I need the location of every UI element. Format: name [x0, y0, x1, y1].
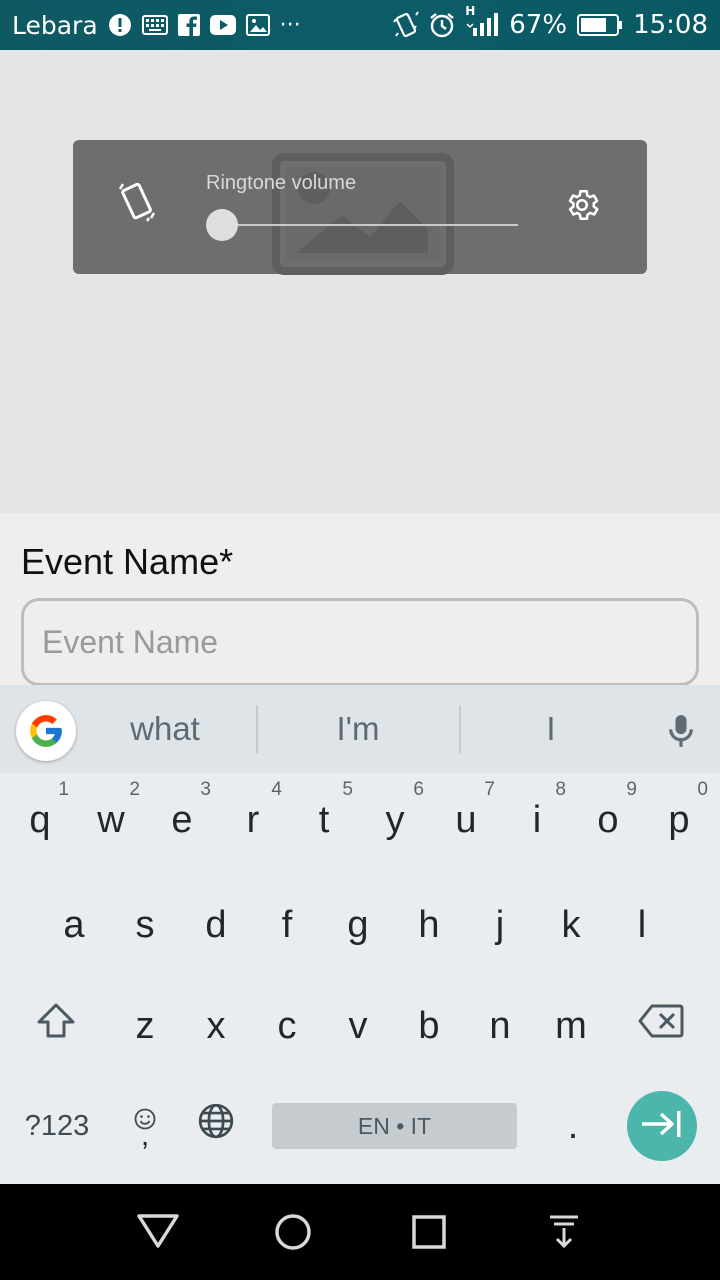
alert-icon	[108, 13, 132, 37]
key-l[interactable]: l	[607, 880, 677, 970]
key-o[interactable]: 9o	[573, 775, 643, 865]
key-label: e	[171, 798, 193, 841]
enter-key[interactable]	[627, 1091, 697, 1161]
key-hint: 8	[555, 779, 566, 800]
recents-icon[interactable]	[412, 1215, 446, 1253]
signal-icon: H	[465, 4, 499, 38]
key-hint: 7	[484, 779, 495, 800]
symbols-key[interactable]: ?123	[14, 1081, 100, 1171]
microphone-icon[interactable]	[662, 711, 700, 755]
key-h[interactable]: h	[394, 880, 464, 970]
key-w[interactable]: 2w	[76, 775, 146, 865]
suggestion-1[interactable]: what	[76, 685, 254, 773]
key-hint: 9	[626, 779, 637, 800]
carrier-name: Lebara	[12, 10, 98, 40]
key-hint: 4	[271, 779, 282, 800]
alarm-icon	[429, 12, 455, 38]
battery-icon	[577, 13, 623, 37]
key-label: y	[385, 798, 405, 841]
notifications-down-icon[interactable]	[548, 1214, 580, 1254]
overflow-indicator: ···	[279, 12, 301, 38]
back-icon[interactable]	[136, 1212, 180, 1254]
key-hint: 1	[58, 779, 69, 800]
shift-icon	[36, 1002, 76, 1050]
key-m[interactable]: m	[536, 981, 606, 1071]
facebook-icon	[177, 14, 200, 36]
key-label: u	[455, 798, 477, 841]
event-name-label: Event Name*	[21, 541, 234, 582]
background-area: Ringtone volume	[0, 50, 720, 513]
key-label: r	[246, 798, 260, 841]
period-key[interactable]: .	[538, 1081, 608, 1171]
home-icon[interactable]	[274, 1213, 312, 1255]
space-key[interactable]: EN • IT	[272, 1103, 517, 1149]
key-hint: 5	[342, 779, 353, 800]
suggestion-3[interactable]: I	[461, 685, 641, 773]
backspace-key[interactable]	[626, 981, 696, 1071]
key-c[interactable]: c	[252, 981, 322, 1071]
key-p[interactable]: 0p	[644, 775, 714, 865]
key-e[interactable]: 3e	[147, 775, 217, 865]
google-icon[interactable]	[16, 701, 76, 761]
key-b[interactable]: b	[394, 981, 464, 1071]
key-z[interactable]: z	[110, 981, 180, 1071]
volume-label: Ringtone volume	[206, 172, 357, 194]
key-label: i	[532, 798, 542, 841]
image-icon	[245, 14, 270, 36]
status-bar: Lebara ··· H 67% 15:08	[0, 0, 720, 50]
key-y[interactable]: 6y	[360, 775, 430, 865]
volume-panel: Ringtone volume	[73, 140, 647, 275]
key-i[interactable]: 8i	[502, 775, 572, 865]
shift-key[interactable]	[21, 981, 91, 1071]
clock: 15:08	[633, 10, 708, 40]
key-r[interactable]: 4r	[218, 775, 288, 865]
key-k[interactable]: k	[536, 880, 606, 970]
next-field-icon	[639, 1109, 685, 1143]
key-label: w	[97, 798, 125, 841]
key-u[interactable]: 7u	[431, 775, 501, 865]
key-j[interactable]: j	[465, 880, 535, 970]
key-label: o	[597, 798, 619, 841]
key-hint: 0	[697, 779, 708, 800]
vibrate-icon	[393, 11, 420, 39]
emoji-comma-key[interactable]: ,	[110, 1081, 180, 1171]
event-form: Event Name*	[0, 513, 720, 686]
network-type: H	[465, 4, 476, 18]
keyboard-icon	[141, 15, 168, 35]
key-a[interactable]: a	[39, 880, 109, 970]
backspace-icon	[638, 1004, 684, 1048]
volume-slider-thumb[interactable]	[206, 209, 238, 241]
key-n[interactable]: n	[465, 981, 535, 1071]
key-hint: 3	[200, 779, 211, 800]
key-d[interactable]: d	[181, 880, 251, 970]
gear-icon[interactable]	[563, 186, 601, 228]
soft-keyboard: what I'm I 1q 2w 3e 4r 5t 6y 7u 8i 9o 0p…	[0, 685, 720, 1184]
key-v[interactable]: v	[323, 981, 393, 1071]
key-hint: 2	[129, 779, 140, 800]
volume-slider-track[interactable]	[221, 224, 518, 226]
key-f[interactable]: f	[252, 880, 322, 970]
youtube-icon	[209, 15, 236, 35]
suggestion-2[interactable]: I'm	[258, 685, 458, 773]
navigation-bar	[0, 1184, 720, 1280]
key-label: p	[668, 798, 690, 841]
key-hint: 6	[413, 779, 424, 800]
key-g[interactable]: g	[323, 880, 393, 970]
battery-percent: 67%	[509, 10, 568, 40]
key-s[interactable]: s	[110, 880, 180, 970]
language-key[interactable]	[181, 1081, 251, 1171]
key-label: q	[29, 798, 51, 841]
event-name-input[interactable]	[21, 598, 699, 686]
suggestion-bar: what I'm I	[0, 685, 720, 773]
key-x[interactable]: x	[181, 981, 251, 1071]
ringer-mode-vibrate-icon[interactable]	[117, 180, 157, 228]
key-q[interactable]: 1q	[5, 775, 75, 865]
key-label: t	[318, 798, 330, 841]
key-t[interactable]: 5t	[289, 775, 359, 865]
comma-label: ,	[140, 1119, 150, 1152]
globe-icon	[197, 1102, 235, 1150]
